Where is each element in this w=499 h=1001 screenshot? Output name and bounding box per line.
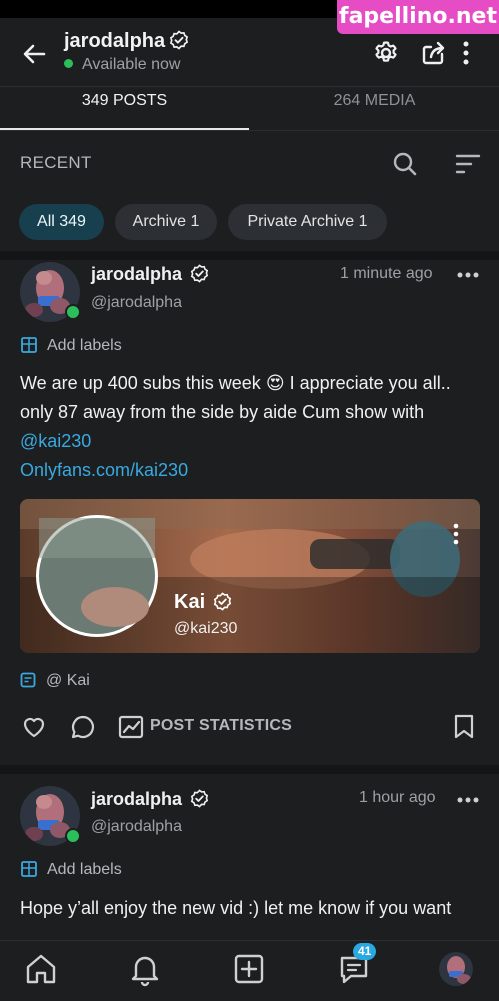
label-icon: [21, 861, 37, 877]
author-avatar[interactable]: [20, 262, 81, 322]
card-handle: @kai230: [174, 620, 238, 637]
card-more-icon[interactable]: [452, 523, 460, 545]
post-author-name[interactable]: jarodalpha: [91, 789, 209, 810]
profile-avatar[interactable]: [438, 951, 474, 987]
sort-label[interactable]: RECENT: [20, 153, 92, 173]
heart-eyes-emoji: 😍: [265, 373, 285, 393]
label-icon: [21, 337, 37, 353]
online-indicator: [65, 828, 81, 844]
card-name: Kai: [174, 591, 232, 614]
chip-all[interactable]: All 349: [19, 204, 104, 240]
verified-icon: [190, 789, 209, 808]
tabs-divider: [0, 130, 499, 131]
post-text-segment: I appreciate you all..: [284, 373, 451, 393]
add-labels-button[interactable]: Add labels: [20, 860, 122, 879]
bookmark-icon[interactable]: [453, 714, 475, 740]
tab-media[interactable]: 264 MEDIA: [250, 87, 499, 131]
card-cover-image: [20, 499, 480, 653]
status-text: Available now: [82, 56, 181, 73]
add-labels-button[interactable]: Add labels: [20, 336, 122, 355]
sort-lines-icon[interactable]: [454, 151, 482, 177]
post-divider: [0, 765, 499, 774]
url-link[interactable]: Onlyfans.com/kai230: [20, 456, 482, 485]
verified-icon: [170, 30, 189, 50]
post-author-handle[interactable]: @jarodalpha: [91, 818, 182, 836]
post-text-line2: only 87 away from the side by aide Cum s…: [20, 402, 425, 422]
add-post-icon[interactable]: [229, 949, 269, 989]
mention-at: @: [46, 672, 63, 689]
more-horizontal-icon[interactable]: [457, 270, 479, 280]
like-heart-icon[interactable]: [21, 714, 47, 740]
chip-private-archive[interactable]: Private Archive 1: [228, 204, 387, 240]
bottom-navigation: 41: [0, 940, 499, 1001]
search-icon[interactable]: [391, 150, 419, 178]
mention-name: Kai: [66, 672, 90, 689]
card-name-text: Kai: [174, 591, 206, 613]
tagged-user[interactable]: @ Kai: [20, 672, 90, 690]
verified-icon: [190, 264, 209, 283]
post-author-text: jarodalpha: [91, 264, 183, 284]
post-author-text: jarodalpha: [91, 789, 183, 809]
home-icon[interactable]: [21, 949, 61, 989]
comment-icon[interactable]: [70, 714, 96, 740]
post-actions: POST STATISTICS: [0, 708, 499, 748]
post-text-line1: We are up 400 subs this week 😍 I appreci…: [20, 369, 482, 398]
post-text-segment: We are up 400 subs this week: [20, 373, 261, 393]
header-username: jarodalpha: [64, 30, 189, 53]
verified-icon: [213, 592, 231, 611]
profile-header: jarodalpha Available now: [0, 22, 499, 86]
share-icon[interactable]: [419, 38, 449, 68]
more-vertical-icon[interactable]: [458, 38, 474, 68]
post-time[interactable]: 1 hour ago: [359, 789, 436, 807]
online-dot-icon: [64, 59, 73, 68]
header-username-text: jarodalpha: [64, 30, 166, 52]
tab-posts[interactable]: 349 POSTS: [0, 87, 249, 131]
section-divider: [0, 251, 499, 260]
post-statistics-button[interactable]: POST STATISTICS: [150, 717, 292, 735]
post-text-line1: Hope y’all enjoy the new vid :) let me k…: [20, 898, 452, 918]
post-body: We are up 400 subs this week 😍 I appreci…: [20, 369, 482, 485]
availability-status: Available now: [64, 56, 180, 74]
add-labels-text: Add labels: [47, 861, 122, 878]
post-author-name[interactable]: jarodalpha: [91, 264, 209, 285]
post-time[interactable]: 1 minute ago: [340, 265, 433, 283]
online-indicator: [65, 304, 81, 320]
post-body: Hope y’all enjoy the new vid :) let me k…: [20, 894, 482, 923]
settings-gear-icon[interactable]: [371, 38, 401, 68]
statistics-chart-icon[interactable]: [118, 715, 144, 739]
messages-badge: 41: [353, 943, 377, 960]
mention-link[interactable]: @kai230: [20, 427, 482, 456]
tag-icon: [20, 672, 36, 688]
back-arrow-icon[interactable]: [18, 38, 50, 70]
post-author-handle[interactable]: @jarodalpha: [91, 294, 182, 312]
author-avatar[interactable]: [20, 786, 81, 846]
more-horizontal-icon[interactable]: [457, 795, 479, 805]
chip-archive[interactable]: Archive 1: [115, 204, 217, 240]
profile-preview-card[interactable]: Kai @kai230: [20, 499, 480, 653]
bell-icon[interactable]: [125, 949, 165, 989]
content-tabs: 349 POSTS 264 MEDIA: [0, 86, 499, 131]
add-labels-text: Add labels: [47, 337, 122, 354]
